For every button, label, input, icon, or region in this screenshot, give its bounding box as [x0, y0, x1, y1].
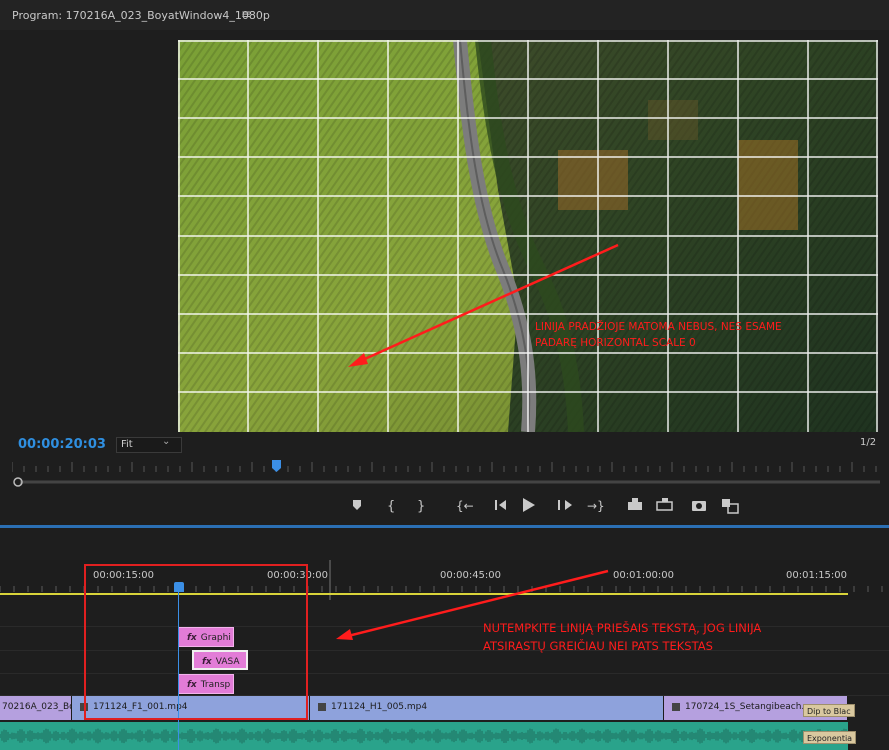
video-clip-icon: [318, 702, 326, 711]
audio-waveform: [0, 728, 847, 744]
step-forward-icon[interactable]: [558, 500, 572, 510]
timeline-annotation-line1: NUTEMPKITE LINIJĄ PRIEŠAIS TEKSTĄ, JOG L…: [483, 621, 762, 635]
video-clip-h1-005[interactable]: 171124_H1_005.mp4: [310, 696, 664, 720]
mark-out-icon[interactable]: }: [417, 499, 425, 514]
step-back-icon[interactable]: [495, 500, 506, 510]
preview-annotation-line1: LINIJA PRADŽIOJE MATOMA NEBUS, NES ESAME: [535, 321, 782, 333]
zoom-fit-select[interactable]: Fit: [116, 437, 182, 453]
audio-clip[interactable]: [0, 722, 848, 750]
preview-annotation-line2: PADARĘ HORIZONTAL SCALE 0: [535, 337, 696, 349]
monitor-time-ruler[interactable]: [12, 460, 878, 474]
clip-label: 171124_H1_005.mp4: [331, 702, 428, 712]
monitor-playhead[interactable]: [272, 460, 281, 468]
svg-text:{: {: [387, 499, 395, 514]
clip-label: 170724_1S_Setangibeach.m: [685, 702, 814, 712]
svg-text:→}: →}: [587, 499, 605, 513]
go-to-out-icon[interactable]: →}: [587, 499, 605, 513]
video-clip-boyat[interactable]: 70216A_023_Boya: [0, 696, 72, 720]
exponential-fade-transition[interactable]: Exponentia: [803, 731, 857, 744]
clip-label: 70216A_023_Boya: [2, 702, 71, 712]
annotation-highlight-box: [84, 564, 308, 720]
program-monitor-title[interactable]: Program: 170216A_023_BoyatWindow4_1080p: [12, 9, 270, 22]
aerial-rice-field-image: [178, 40, 878, 432]
dip-to-black-transition[interactable]: Dip to Blac: [803, 704, 855, 717]
svg-text:{←: {←: [456, 499, 474, 513]
extract-icon[interactable]: [656, 498, 673, 511]
export-frame-icon[interactable]: [692, 501, 706, 511]
playhead-timecode[interactable]: 00:00:20:03: [18, 437, 106, 452]
program-video-frame: LINIJA PRADŽIOJE MATOMA NEBUS, NES ESAME…: [178, 40, 878, 432]
video-clip-icon: [672, 702, 680, 711]
svg-text:}: }: [417, 499, 425, 514]
panel-menu-icon[interactable]: ≡: [241, 7, 251, 21]
transport-controls: { } {← →}: [353, 498, 739, 514]
timeline-annotation-line2: ATSIRASTŲ GREIČIAU NEI PATS TEKSTAS: [483, 639, 713, 653]
lift-icon[interactable]: [628, 498, 642, 510]
play-icon[interactable]: [523, 498, 535, 512]
compare-icon[interactable]: [722, 499, 739, 514]
marker-icon[interactable]: [353, 500, 361, 510]
monitor-scrub-bar[interactable]: [10, 476, 880, 488]
go-to-in-icon[interactable]: {←: [456, 499, 474, 513]
panel-divider[interactable]: [0, 525, 889, 528]
chevron-down-icon[interactable]: ⌄: [162, 436, 170, 447]
playback-resolution-select[interactable]: 1/2: [860, 437, 876, 448]
mark-in-icon[interactable]: {: [387, 499, 395, 514]
